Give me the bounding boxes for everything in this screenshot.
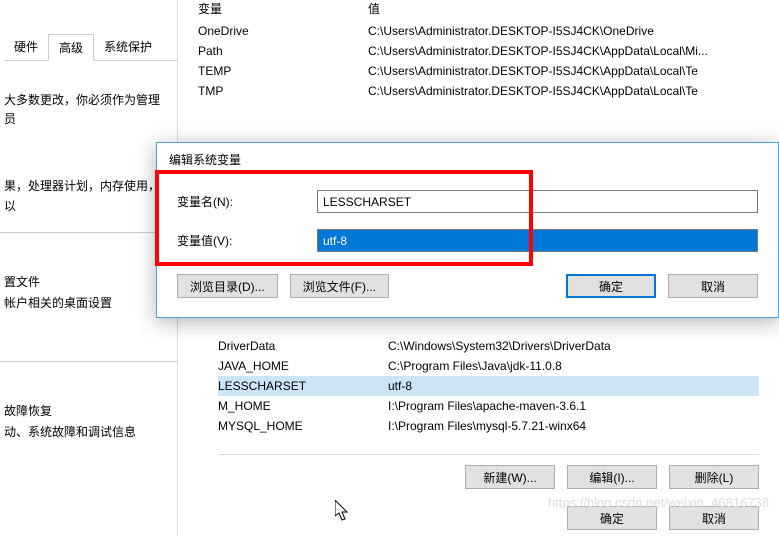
var-name-label: 变量名(N): [177, 193, 317, 210]
delete-button[interactable]: 删除(L) [669, 465, 759, 489]
system-properties-left-panel: 硬件 高级 系统保护 大多数更改，你必须作为管理员 果，处理器计划，内存使用，以… [0, 0, 178, 536]
env-value: C:\Windows\System32\Drivers\DriverData [388, 339, 759, 353]
col-header-value[interactable]: 值 [368, 0, 759, 17]
var-name-input[interactable] [317, 190, 758, 213]
var-value-label: 变量值(V): [177, 232, 317, 249]
env-value: C:\Users\Administrator.DESKTOP-I5SJ4CK\A… [368, 44, 759, 58]
browse-file-button[interactable]: 浏览文件(F)... [290, 274, 389, 298]
user-env-list[interactable]: OneDrive C:\Users\Administrator.DESKTOP-… [178, 17, 779, 105]
recovery-section-text: 动、系统故障和调试信息 [4, 423, 177, 440]
browse-dir-button[interactable]: 浏览目录(D)... [177, 274, 278, 298]
var-value-input[interactable] [317, 229, 758, 252]
tab-hardware[interactable]: 硬件 [4, 34, 48, 60]
recovery-section-title: 故障恢复 [4, 402, 177, 419]
env-row[interactable]: Path C:\Users\Administrator.DESKTOP-I5SJ… [198, 41, 759, 61]
env-header-row: 变量 值 [178, 0, 779, 17]
env-row[interactable]: OneDrive C:\Users\Administrator.DESKTOP-… [198, 21, 759, 41]
profile-section-title: 置文件 [4, 273, 177, 290]
env-value: I:\Program Files\apache-maven-3.6.1 [388, 399, 759, 413]
env-value: C:\Users\Administrator.DESKTOP-I5SJ4CK\A… [368, 64, 759, 78]
env-name: TMP [198, 84, 368, 98]
col-header-name[interactable]: 变量 [198, 0, 368, 17]
env-row[interactable]: DriverData C:\Windows\System32\Drivers\D… [218, 336, 759, 356]
new-button[interactable]: 新建(W)... [465, 465, 555, 489]
env-name: LESSCHARSET [218, 379, 388, 393]
env-row[interactable]: TMP C:\Users\Administrator.DESKTOP-I5SJ4… [198, 81, 759, 101]
env-value: C:\Users\Administrator.DESKTOP-I5SJ4CK\A… [368, 84, 759, 98]
edit-button[interactable]: 编辑(I)... [567, 465, 657, 489]
env-name: Path [198, 44, 368, 58]
env-row[interactable]: M_HOME I:\Program Files\apache-maven-3.6… [218, 396, 759, 416]
system-env-buttons: 新建(W)... 编辑(I)... 删除(L) [218, 454, 759, 489]
env-name: MYSQL_HOME [218, 419, 388, 433]
dialog-title: 编辑系统变量 [157, 143, 778, 176]
system-env-list[interactable]: DriverData C:\Windows\System32\Drivers\D… [218, 336, 759, 436]
profile-section-text: 帐户相关的桌面设置 [4, 294, 177, 311]
env-value: C:\Users\Administrator.DESKTOP-I5SJ4CK\O… [368, 24, 759, 38]
env-value: utf-8 [388, 379, 759, 393]
env-value: I:\Program Files\mysql-5.7.21-winx64 [388, 419, 759, 433]
env-row[interactable]: JAVA_HOME C:\Program Files\Java\jdk-11.0… [218, 356, 759, 376]
env-name: DriverData [218, 339, 388, 353]
edit-env-dialog: 编辑系统变量 变量名(N): 变量值(V): 浏览目录(D)... 浏览文件(F… [156, 142, 779, 318]
env-name: M_HOME [218, 399, 388, 413]
admin-note: 大多数更改，你必须作为管理员 [0, 61, 177, 129]
tab-advanced[interactable]: 高级 [48, 34, 94, 61]
dialog-cancel-button[interactable]: 取消 [668, 274, 758, 298]
env-name: TEMP [198, 64, 368, 78]
env-row[interactable]: LESSCHARSET utf-8 [218, 376, 759, 396]
env-row[interactable]: TEMP C:\Users\Administrator.DESKTOP-I5SJ… [198, 61, 759, 81]
tab-system-protection[interactable]: 系统保护 [94, 34, 162, 60]
env-name: JAVA_HOME [218, 359, 388, 373]
env-value: C:\Program Files\Java\jdk-11.0.8 [388, 359, 759, 373]
tab-bar: 硬件 高级 系统保护 [4, 34, 177, 61]
perf-note: 果，处理器计划，内存使用，以 [0, 147, 177, 215]
env-name: OneDrive [198, 24, 368, 38]
watermark-text: https://blog.csdn.net/weixin_46816738 [548, 495, 769, 510]
dialog-ok-button[interactable]: 确定 [566, 274, 656, 298]
env-row[interactable]: MYSQL_HOME I:\Program Files\mysql-5.7.21… [218, 416, 759, 436]
